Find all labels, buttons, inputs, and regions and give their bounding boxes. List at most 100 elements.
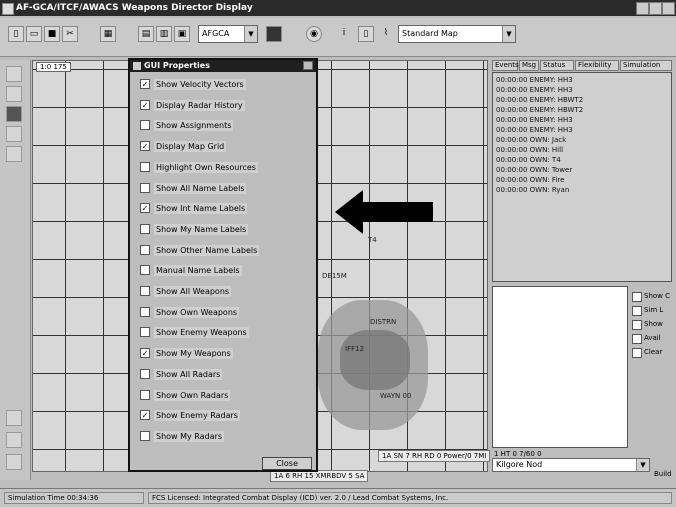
layers-icon[interactable]: ▥ [156,26,172,42]
gui-option[interactable]: Show Assignments [140,119,316,133]
side-check[interactable]: Avail [632,334,668,346]
measure-icon[interactable] [6,126,22,142]
checkbox[interactable] [140,327,150,338]
checkbox[interactable] [140,223,150,234]
checkbox[interactable] [140,306,150,317]
chevron-down-icon[interactable]: ▼ [502,26,515,42]
gui-option[interactable]: Show Own Weapons [140,306,316,320]
checkbox[interactable] [140,368,150,379]
checkbox[interactable]: ✓ [140,141,150,152]
gui-option[interactable]: Show Other Name Labels [140,244,316,258]
gui-option[interactable]: Show Own Radars [140,389,316,403]
checkbox[interactable] [140,265,150,276]
gui-option[interactable]: ✓ Display Radar History [140,99,316,113]
maximize-button[interactable] [649,2,662,15]
minimize-button[interactable] [636,2,649,15]
event-item[interactable]: 00:00:00 ENEMY: HH3 [496,85,573,95]
info-icon[interactable]: i [336,26,352,42]
checkbox[interactable] [140,161,150,172]
detail-panel[interactable] [492,286,628,448]
checkbox[interactable] [632,320,642,330]
new-icon[interactable]: ▯ [8,26,24,42]
pan-icon[interactable] [6,106,22,122]
layer-down-icon[interactable] [6,432,22,448]
close-button[interactable]: Close [262,457,312,470]
gui-option[interactable]: ✓ Show Enemy Radars [140,409,316,423]
checkbox[interactable]: ✓ [140,348,150,359]
event-item[interactable]: 00:00:00 ENEMY: HH3 [496,115,573,125]
layer-up-icon[interactable] [6,410,22,426]
event-item[interactable]: 00:00:00 OWN: T4 [496,155,561,165]
gui-option[interactable]: Show My Name Labels [140,223,316,237]
map-combo[interactable]: Standard Map ▼ [398,25,516,43]
event-item[interactable]: 00:00:00 OWN: Fire [496,175,564,185]
magnifier-icon[interactable] [6,86,22,102]
chevron-down-icon[interactable]: ▼ [244,26,257,42]
gui-option[interactable]: Show All Weapons [140,285,316,299]
open-icon[interactable]: ▭ [26,26,42,42]
close-icon[interactable] [303,61,313,70]
checkbox[interactable] [140,120,150,131]
gui-option[interactable]: Highlight Own Resources [140,161,316,175]
gui-option[interactable]: Manual Name Labels [140,264,316,278]
grid-icon[interactable]: ▦ [100,26,116,42]
event-item[interactable]: 00:00:00 ENEMY: HH3 [496,75,573,85]
draw-icon[interactable] [6,146,22,162]
checkbox[interactable]: ✓ [140,99,150,110]
checkbox[interactable] [632,306,642,316]
gui-option[interactable]: ✓ Show My Weapons [140,347,316,361]
side-check[interactable]: Clear [632,348,668,360]
refresh-icon[interactable] [6,454,22,470]
gui-option[interactable]: Show Enemy Weapons [140,326,316,340]
event-list[interactable]: 00:00:00 ENEMY: HH3 00:00:00 ENEMY: HH3 00… [492,72,672,282]
save-icon[interactable]: ■ [44,26,60,42]
stat-combo[interactable]: Kilgore Nod ▼ [492,458,650,472]
document-icon[interactable]: ▯ [358,26,374,42]
close-window-button[interactable] [662,2,675,15]
tab-simulation[interactable]: Simulation [620,60,672,71]
checkbox[interactable] [140,244,150,255]
checkbox[interactable] [140,430,150,441]
tab-status[interactable]: Status [540,60,574,71]
event-item[interactable]: 00:00:00 ENEMY: HBWT2 [496,95,583,105]
event-item[interactable]: 00:00:00 ENEMY: HBWT2 [496,105,583,115]
tab-msg[interactable]: Msg [519,60,539,71]
side-check[interactable]: Show [632,320,668,332]
side-check-label: Avail [644,334,661,342]
event-item[interactable]: 00:00:00 OWN: Tower [496,165,572,175]
gui-option[interactable]: Show All Name Labels [140,182,316,196]
side-check[interactable]: Show C [632,292,670,304]
checkbox[interactable] [632,292,642,302]
event-item[interactable]: 00:00:00 ENEMY: HH3 [496,125,573,135]
build-button[interactable]: Build [654,470,672,478]
event-item[interactable]: 00:00:00 OWN: Ryan [496,185,569,195]
checkbox[interactable] [140,389,150,400]
checkbox[interactable] [140,182,150,193]
event-item[interactable]: 00:00:00 OWN: Jack [496,135,566,145]
gui-option[interactable]: ✓ Display Map Grid [140,140,316,154]
zoom-icon[interactable]: ▣ [174,26,190,42]
checkbox[interactable]: ✓ [140,203,150,214]
target-icon[interactable] [266,26,282,42]
gui-option[interactable]: Show My Radars [140,430,316,444]
checkbox[interactable] [632,334,642,344]
gui-option[interactable]: ✓ Show Velocity Vectors [140,78,316,92]
pointer-icon[interactable] [6,66,22,82]
mode-combo[interactable]: AFGCA ▼ [198,25,258,43]
window-icon[interactable]: ▤ [138,26,154,42]
checkbox[interactable]: ✓ [140,410,150,421]
wifi-icon[interactable]: ⌇ [378,26,394,42]
checkbox[interactable] [140,286,150,296]
gui-option-label: Display Map Grid [154,141,227,153]
tab-events[interactable]: Events [492,60,519,71]
checkbox[interactable] [632,348,642,358]
tab-flexibility[interactable]: Flexibility [575,60,619,71]
gui-option[interactable]: ✓ Show Int Name Labels [140,202,316,216]
cut-icon[interactable]: ✂ [62,26,78,42]
checkbox[interactable]: ✓ [140,79,150,89]
side-check[interactable]: Sim L [632,306,668,318]
event-item[interactable]: 00:00:00 OWN: Hill [496,145,563,155]
radar-icon[interactable]: ◉ [306,26,322,42]
chevron-down-icon[interactable]: ▼ [636,459,649,471]
gui-option[interactable]: Show All Radars [140,368,316,382]
